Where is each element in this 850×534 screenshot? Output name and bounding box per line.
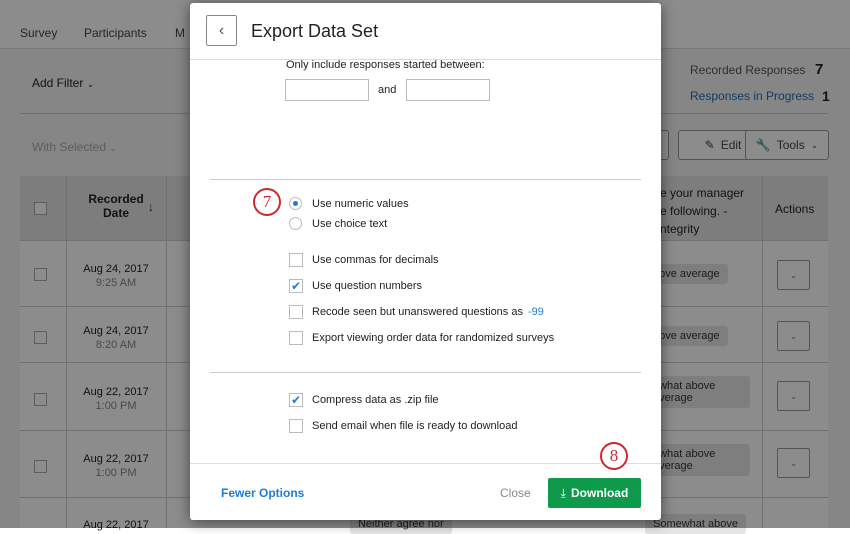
option-label: Use commas for decimals [312, 254, 439, 266]
radio-button-selected[interactable] [289, 197, 302, 210]
download-button[interactable]: ⤓ Download [548, 478, 641, 508]
end-date-input[interactable] [406, 79, 490, 101]
option-compress-zip[interactable]: ✔ Compress data as .zip file [289, 393, 439, 407]
recode-value-link[interactable]: -99 [528, 306, 544, 318]
radio-numeric-values[interactable]: Use numeric values [289, 197, 409, 210]
step-8-badge: 8 [600, 442, 628, 470]
start-date-input[interactable] [285, 79, 369, 101]
option-commas-decimals[interactable]: Use commas for decimals [289, 253, 439, 267]
option-label: Use question numbers [312, 280, 423, 292]
chevron-left-icon: ‹ [218, 21, 225, 39]
export-data-set-dialog: ‹ Export Data Set Only include responses… [190, 3, 661, 520]
checkbox-checked[interactable]: ✔ [289, 393, 303, 407]
checkbox[interactable] [289, 253, 303, 267]
option-send-email[interactable]: Send email when file is ready to downloa… [289, 419, 517, 433]
back-button[interactable]: ‹ [206, 15, 237, 46]
checkbox[interactable] [289, 419, 303, 433]
option-viewing-order[interactable]: Export viewing order data for randomized… [289, 331, 554, 345]
divider [210, 179, 641, 180]
option-label: Send email when file is ready to downloa… [312, 420, 518, 432]
radio-label: Use choice text [312, 217, 388, 230]
close-button[interactable]: Close [500, 486, 531, 500]
checkbox[interactable] [289, 305, 303, 319]
download-label: Download [570, 486, 629, 500]
download-icon: ⤓ [560, 485, 566, 500]
date-range-label: Only include responses started between: [286, 59, 485, 71]
dialog-footer: Fewer Options Close ⤓ Download [190, 463, 661, 520]
step-7-badge: 7 [253, 188, 281, 216]
dialog-title: Export Data Set [251, 21, 379, 41]
checkmark-icon: ✔ [290, 279, 302, 293]
and-label: and [378, 84, 397, 96]
radio-choice-text[interactable]: Use choice text [289, 217, 387, 230]
fewer-options-link[interactable]: Fewer Options [221, 486, 304, 500]
radio-button[interactable] [289, 217, 302, 230]
option-label: Export viewing order data for randomized… [312, 332, 555, 344]
option-label: Compress data as .zip file [312, 394, 439, 406]
option-label: Recode seen but unanswered questions as [312, 306, 523, 318]
radio-label: Use numeric values [312, 197, 409, 210]
checkmark-icon: ✔ [290, 393, 302, 407]
checkbox-checked[interactable]: ✔ [289, 279, 303, 293]
checkbox[interactable] [289, 331, 303, 345]
option-question-numbers[interactable]: ✔ Use question numbers [289, 279, 422, 293]
dialog-header: ‹ Export Data Set [190, 3, 661, 60]
option-recode-unanswered[interactable]: Recode seen but unanswered questions as -… [289, 305, 544, 319]
divider [210, 372, 641, 373]
